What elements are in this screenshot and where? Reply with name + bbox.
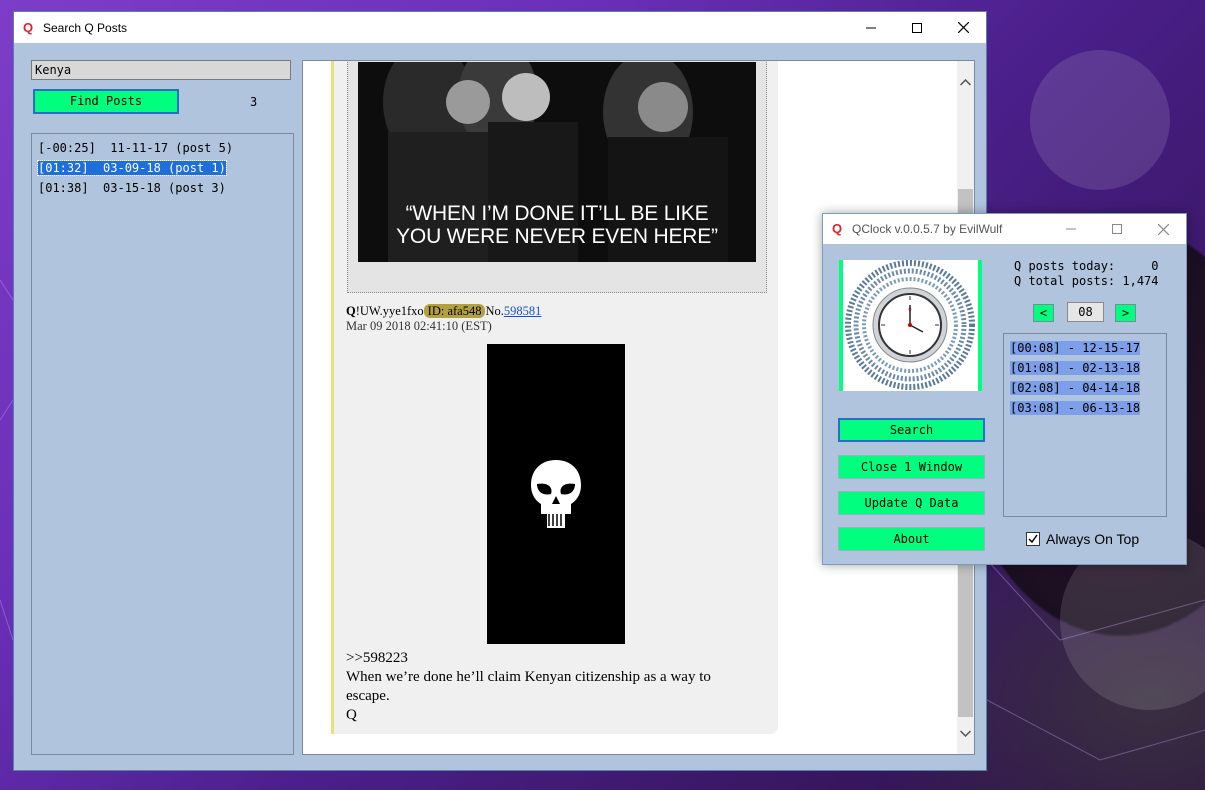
maximize-icon xyxy=(912,22,922,33)
results-list[interactable]: [-00:25] 11-11-17 (post 5) [01:32] 03-09… xyxy=(31,133,294,755)
list-item-text: [-00:25] 11-11-17 (post 5) xyxy=(38,141,234,155)
post-text-line: When we’re done he’ll claim Kenyan citiz… xyxy=(346,669,711,685)
id-badge: ID: afa548 xyxy=(423,304,486,318)
list-item[interactable]: [00:08] - 12-15-17 xyxy=(1010,338,1160,358)
list-item-text: [02:08] - 04-14-18 xyxy=(1010,381,1141,395)
main-titlebar[interactable]: Q Search Q Posts xyxy=(14,12,986,43)
list-item[interactable]: [01:08] - 02-13-18 xyxy=(1010,358,1160,378)
post-number-link[interactable]: 598581 xyxy=(504,304,542,318)
post-body: >>598223 When we’re done he’ll claim Ken… xyxy=(346,649,766,725)
list-item-text: [01:32] 03-09-18 (post 1) xyxy=(37,160,227,176)
author-name: Q xyxy=(346,304,356,318)
always-on-top-toggle[interactable]: Always On Top xyxy=(1026,531,1139,547)
always-on-top-checkbox[interactable] xyxy=(1026,532,1040,546)
q-logo-icon: Q xyxy=(23,19,34,35)
caption-line: “WHEN I’M DONE IT’LL BE LIKE xyxy=(405,202,709,225)
total-posts: Q total posts: 1,474 xyxy=(1014,274,1159,288)
post-signature: Q xyxy=(346,707,357,723)
list-item-text: [01:08] - 02-13-18 xyxy=(1010,361,1141,375)
minimize-button[interactable] xyxy=(1048,214,1094,245)
checkmark-icon xyxy=(1028,534,1038,544)
close-button[interactable] xyxy=(1140,214,1186,245)
window-title: Search Q Posts xyxy=(43,20,128,35)
chevron-up-icon xyxy=(960,79,971,86)
post-header: Q!UW.yye1fxo ID: afa548 No.598581 xyxy=(346,304,541,319)
scroll-up-button[interactable] xyxy=(957,74,974,91)
close-button[interactable] xyxy=(940,12,986,43)
post-no-label: No. xyxy=(485,304,504,318)
minimize-button[interactable] xyxy=(848,12,894,43)
result-count: 3 xyxy=(250,95,258,109)
list-item[interactable]: [03:08] - 06-13-18 xyxy=(1010,398,1160,418)
always-on-top-label: Always On Top xyxy=(1046,531,1140,547)
post-card: “WHEN I’M DONE IT’LL BE LIKE YOU WERE NE… xyxy=(331,61,778,734)
post-text-line: escape. xyxy=(346,688,390,704)
caption-line: YOU WERE NEVER EVEN HERE” xyxy=(396,225,718,248)
minimize-icon xyxy=(866,27,876,28)
reply-reference: >>598223 xyxy=(346,650,408,666)
about-button[interactable]: About xyxy=(838,527,985,551)
post-date: Mar 09 2018 02:41:10 (EST) xyxy=(346,319,492,333)
close-icon xyxy=(957,22,969,33)
next-hour-button[interactable]: > xyxy=(1115,304,1136,322)
embedded-image-box: “WHEN I’M DONE IT’LL BE LIKE YOU WERE NE… xyxy=(347,61,767,293)
clock-window-title: QClock v.0.0.5.7 by EvilWulf xyxy=(852,222,1003,236)
clock-dial-icon: Q xyxy=(845,260,975,390)
svg-text:Q: Q xyxy=(908,307,911,312)
maximize-icon xyxy=(1112,224,1122,234)
search-button[interactable]: Search xyxy=(838,418,985,442)
list-item[interactable]: [01:38] 03-15-18 (post 3) xyxy=(38,178,287,198)
post-photo[interactable]: “WHEN I’M DONE IT’LL BE LIKE YOU WERE NE… xyxy=(358,62,756,262)
q-logo-icon: Q xyxy=(832,221,843,236)
update-data-button[interactable]: Update Q Data xyxy=(838,491,985,515)
chevron-down-icon xyxy=(960,730,971,737)
close-window-button[interactable]: Close 1 Window xyxy=(838,455,985,479)
search-input[interactable]: Kenya xyxy=(31,60,291,80)
post-image[interactable] xyxy=(487,344,625,644)
hour-field[interactable]: 08 xyxy=(1067,302,1104,322)
maximize-button[interactable] xyxy=(894,12,940,43)
list-item-text: [01:38] 03-15-18 (post 3) xyxy=(38,181,226,195)
find-posts-button[interactable]: Find Posts xyxy=(33,89,179,114)
close-icon xyxy=(1157,223,1169,235)
list-item-text: [00:08] - 12-15-17 xyxy=(1010,341,1141,355)
prev-hour-button[interactable]: < xyxy=(1033,304,1054,322)
photo-caption: “WHEN I’M DONE IT’LL BE LIKE YOU WERE NE… xyxy=(358,202,756,248)
qclock-face[interactable]: Q xyxy=(839,260,982,391)
clock-titlebar[interactable]: Q QClock v.0.0.5.7 by EvilWulf xyxy=(823,214,1186,244)
minimize-icon xyxy=(1066,228,1076,230)
list-item-text: [03:08] - 06-13-18 xyxy=(1010,401,1141,415)
posts-today: Q posts today: 0 xyxy=(1014,259,1159,273)
skull-icon xyxy=(531,460,581,528)
hour-match-list[interactable]: [00:08] - 12-15-17 [01:08] - 02-13-18 [0… xyxy=(1003,333,1167,517)
list-item[interactable]: [02:08] - 04-14-18 xyxy=(1010,378,1160,398)
maximize-button[interactable] xyxy=(1094,214,1140,245)
tripcode: !UW.yye1fxo xyxy=(355,304,424,318)
scroll-down-button[interactable] xyxy=(957,725,974,742)
qclock-window: Q QClock v.0.0.5.7 by EvilWulf Q Q posts… xyxy=(822,213,1187,565)
list-item[interactable]: [-00:25] 11-11-17 (post 5) xyxy=(38,138,287,158)
list-item-selected[interactable]: [01:32] 03-09-18 (post 1) xyxy=(37,158,287,178)
